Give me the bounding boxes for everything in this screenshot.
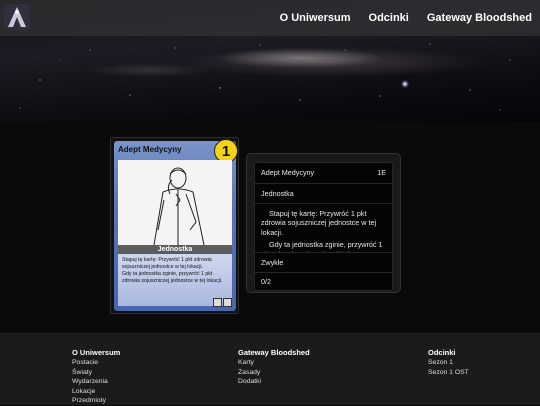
detail-name-row: Adept Medycyny 1E (254, 162, 393, 184)
detail-type: Jednostka (261, 189, 294, 198)
nav-link-odcinki[interactable]: Odcinki (369, 12, 409, 24)
footer-heading: Gateway Bloodshed (238, 348, 310, 357)
attack-icon (213, 298, 222, 307)
detail-type-row: Jednostka (254, 183, 393, 204)
footer-link-sezon-1-ost[interactable]: Sezon 1 OST (428, 368, 469, 378)
footer-link-karty[interactable]: Karty (238, 358, 310, 368)
detail-rarity-row: Zwykłe (254, 252, 393, 273)
footer-column-o-uniwersum: O Uniwersum Postacie Światy Wydarzenia L… (72, 348, 120, 406)
footer-link-dodatki[interactable]: Dodatki (238, 377, 310, 387)
card-face: Adept Medycyny 1 Jednostka Stapuj tę kar… (114, 139, 238, 311)
footer-heading: O Uniwersum (72, 348, 121, 357)
footer-link-sezon-1[interactable]: Sezon 1 (428, 358, 469, 368)
footer-heading: Odcinki (428, 348, 456, 357)
footer-link-swiaty[interactable]: Światy (72, 368, 120, 378)
detail-text-line: Stapuj tę kartę: Przywróć 1 pkt zdrowia … (261, 209, 377, 237)
nav-link-o-uniwersum[interactable]: O Uniwersum (280, 12, 351, 24)
doctor-illustration (153, 167, 205, 246)
card-text-line: Gdy ta jednostka zginie, przywróć 1 pkt … (122, 271, 223, 284)
footer-link-postacie[interactable]: Postacie (72, 358, 120, 368)
card-illustration (118, 160, 232, 246)
logo-icon (4, 4, 30, 30)
defense-icon (223, 298, 232, 307)
detail-name: Adept Medycyny (261, 168, 315, 177)
card-details-panel: Adept Medycyny 1E Jednostka Stapuj tę ka… (246, 153, 401, 293)
nav-link-gateway-bloodshed[interactable]: Gateway Bloodshed (427, 12, 532, 24)
footer-link-lokacje[interactable]: Lokacje (72, 387, 120, 397)
site-logo[interactable] (4, 4, 30, 30)
site-footer: O Uniwersum Postacie Światy Wydarzenia L… (0, 333, 540, 405)
card-text-line: Stapuj tę kartę: Przywróć 1 pkt zdrowia … (122, 257, 212, 270)
detail-cost: 1E (377, 168, 386, 177)
detail-text-row: Stapuj tę kartę: Przywróć 1 pkt zdrowia … (254, 203, 393, 268)
hero-banner: O Uniwersum Odcinki Gateway Bloodshed (0, 0, 540, 122)
detail-rarity: Zwykłe (261, 258, 284, 267)
detail-stats: 0/2 (261, 277, 271, 286)
card-title: Adept Medycyny (118, 145, 182, 154)
footer-link-zasady[interactable]: Zasady (238, 368, 310, 378)
card-image: Adept Medycyny 1 Jednostka Stapuj tę kar… (110, 137, 239, 314)
main-nav: O Uniwersum Odcinki Gateway Bloodshed (280, 12, 532, 24)
footer-link-wydarzenia[interactable]: Wydarzenia (72, 377, 120, 387)
card-type-bar: Jednostka (118, 245, 232, 254)
card-stat-icons (213, 298, 232, 307)
detail-stats-row: 0/2 (254, 272, 393, 291)
footer-column-odcinki: Odcinki Sezon 1 Sezon 1 OST (428, 348, 469, 377)
footer-column-gateway-bloodshed: Gateway Bloodshed Karty Zasady Dodatki (238, 348, 310, 387)
